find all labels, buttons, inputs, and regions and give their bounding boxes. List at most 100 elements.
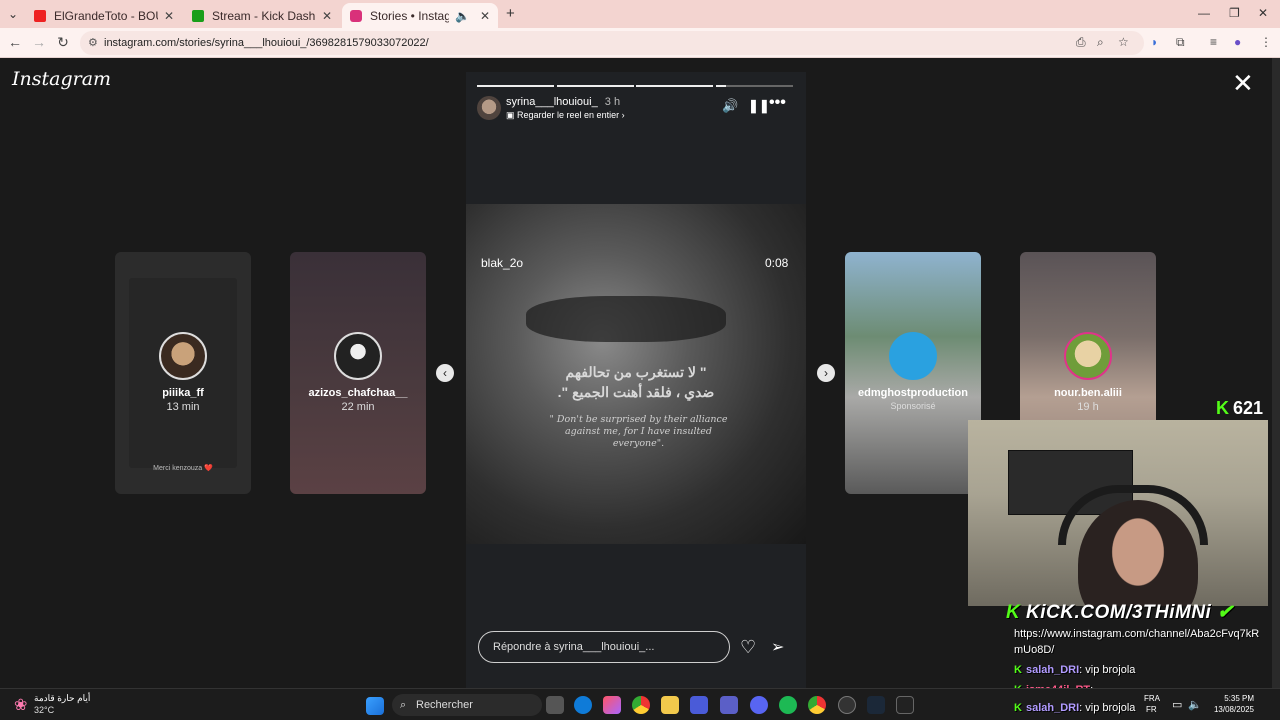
quote-arabic-line1: " لا تستغرب من تحالفهم (565, 364, 707, 380)
verified-icon: ✔ (1211, 602, 1234, 623)
sponsored-label: Sponsorisé (890, 401, 936, 411)
progress-segment (477, 85, 554, 87)
share-send-icon[interactable]: ➢ (771, 637, 784, 657)
avatar (334, 332, 382, 380)
app-icon[interactable] (896, 696, 914, 714)
chrome-profile-icon[interactable] (808, 696, 826, 714)
windows-start-icon[interactable] (366, 697, 384, 715)
chat-message: mUo8D/ (1014, 644, 1054, 656)
store-icon[interactable] (690, 696, 708, 714)
network-icon[interactable]: ▭ (1172, 698, 1182, 711)
taskbar-search[interactable]: ⌕ Rechercher (392, 694, 542, 716)
chat-text: mUo8D/ (1014, 644, 1055, 656)
language-indicator[interactable]: FRA (1144, 694, 1160, 703)
site-info-icon[interactable]: ⚙ (88, 31, 98, 55)
story-preview-azizos[interactable]: azizos_chafchaa__ 22 min (290, 252, 426, 494)
tab-kick-dashboard[interactable]: Stream - Kick Dashboard ✕ (184, 3, 340, 28)
weather-text[interactable]: أيام حارة قادمة (34, 693, 90, 704)
scrollbar[interactable] (1272, 58, 1280, 688)
pause-icon[interactable]: ❚❚ (748, 98, 770, 114)
chat-text: : vip brojola (1079, 664, 1136, 676)
watch-full-reel-link[interactable]: ▣ Regarder le reel en entier › (506, 110, 625, 121)
restore-icon[interactable]: ❐ (1229, 6, 1240, 20)
bookmark-star-icon[interactable]: ☆ (1118, 35, 1129, 49)
tab-instagram-stories[interactable]: Stories • Instagram 🔈 ✕ (342, 3, 498, 28)
watch-full-reel-label: Regarder le reel en entier (517, 110, 620, 120)
close-story-button[interactable]: ✕ (1232, 70, 1254, 96)
story-time: 22 min (341, 401, 375, 413)
reading-list-icon[interactable]: ≡ (1210, 35, 1217, 49)
more-options-icon[interactable]: ••• (769, 94, 786, 112)
tab-youtube[interactable]: ElGrandeToto - BOUHALI (كلمات) ✕ (26, 3, 182, 28)
edge-icon[interactable] (574, 696, 592, 714)
spotify-icon[interactable] (779, 696, 797, 714)
chat-message: Ksalah_DRI: vip brojola (1014, 702, 1135, 714)
volume-icon[interactable]: 🔈 (1188, 698, 1202, 711)
address-bar[interactable]: ⚙ instagram.com/stories/syrina___lhouiou… (80, 31, 1144, 55)
tab-title: ElGrandeToto - BOUHALI (كلمات) (54, 8, 158, 23)
window-close-icon[interactable]: ✕ (1258, 6, 1268, 20)
avatar[interactable] (477, 96, 501, 120)
story-username: azizos_chafchaa__ (308, 387, 408, 399)
close-tab-icon[interactable]: ✕ (322, 9, 332, 23)
avatar (159, 332, 207, 380)
sound-icon[interactable]: 🔊 (722, 98, 738, 114)
avatar (1064, 332, 1112, 380)
speaker-icon[interactable]: 🔈 (455, 9, 470, 23)
viewer-count-value: 621 (1233, 398, 1264, 418)
previous-story-button[interactable]: ‹ (436, 364, 454, 382)
story-preview-edmghostproduction[interactable]: edmghostproduction Sponsorisé (845, 252, 981, 494)
profile-icon[interactable]: ● (1234, 35, 1241, 49)
clock-time[interactable]: 5:35 PM (1214, 694, 1254, 703)
back-icon[interactable]: ← (6, 34, 24, 50)
reply-input[interactable]: Répondre à syrina___lhouioui_... (478, 631, 730, 663)
teams-icon[interactable] (720, 696, 738, 714)
file-explorer-icon[interactable] (661, 696, 679, 714)
url-text: instagram.com/stories/syrina___lhouioui_… (104, 37, 429, 49)
steam-icon[interactable] (867, 696, 885, 714)
weather-icon[interactable]: ❀ (14, 695, 27, 715)
tab-search-icon[interactable]: ⌄ (8, 7, 18, 21)
dark-shape (526, 296, 726, 342)
next-story-button[interactable]: › (817, 364, 835, 382)
extensions-puzzle-icon[interactable]: ⧉ (1176, 35, 1185, 50)
forward-icon[interactable]: → (30, 34, 48, 50)
progress-segment (636, 85, 713, 87)
instagram-icon (350, 9, 362, 22)
reel-icon: ▣ (506, 110, 518, 120)
reload-icon[interactable]: ↻ (54, 34, 72, 51)
webcam-overlay (968, 420, 1268, 606)
media-username: blak_2o (481, 256, 524, 270)
copilot-icon[interactable] (603, 696, 621, 714)
story-media: blak_2o 0:08 " لا تستغرب من تحالفهم ضدي … (466, 204, 806, 544)
progress-segment (557, 85, 634, 87)
browser-toolbar: ← → ↻ ⚙ instagram.com/stories/syrina___l… (0, 28, 1280, 58)
current-story: syrina___lhouioui_ 3 h ▣ Regarder le ree… (466, 72, 806, 688)
extension-icon[interactable]: ◗ (1151, 35, 1158, 49)
story-username[interactable]: syrina___lhouioui_ (506, 96, 598, 108)
close-tab-icon[interactable]: ✕ (480, 9, 490, 23)
menu-kebab-icon[interactable]: ⋮ (1260, 35, 1272, 49)
kick-badge-icon: K (1014, 664, 1022, 676)
zoom-icon[interactable]: ⌕ (1097, 35, 1104, 50)
discord-icon[interactable] (750, 696, 768, 714)
kick-logo-icon: K (1006, 602, 1026, 623)
chrome-icon[interactable] (632, 696, 650, 714)
story-preview-piiika[interactable]: piiika_ff 13 min Merci kenzouza ❤️ (115, 252, 251, 494)
instagram-logo[interactable]: Instagram (12, 68, 111, 90)
youtube-icon (34, 9, 46, 22)
install-app-icon[interactable]: ⎙ (1076, 35, 1086, 50)
media-time: 0:08 (765, 256, 789, 270)
like-heart-icon[interactable]: ♡ (740, 637, 756, 658)
close-tab-icon[interactable]: ✕ (164, 9, 174, 23)
progress-fill (716, 85, 726, 87)
minimize-icon[interactable]: — (1198, 6, 1210, 20)
chat-username: salah_DRI (1025, 664, 1080, 676)
obs-icon[interactable] (838, 696, 856, 714)
new-tab-button[interactable]: + (506, 5, 515, 22)
story-time: 3 h (604, 96, 621, 108)
tab-title: Stories • Instagram (370, 8, 449, 23)
chat-username: salah_DRI (1025, 702, 1080, 714)
kick-channel-banner: K KiCK.COM/3THiMNi ✔ (1006, 601, 1234, 624)
task-view-icon[interactable] (546, 696, 564, 714)
